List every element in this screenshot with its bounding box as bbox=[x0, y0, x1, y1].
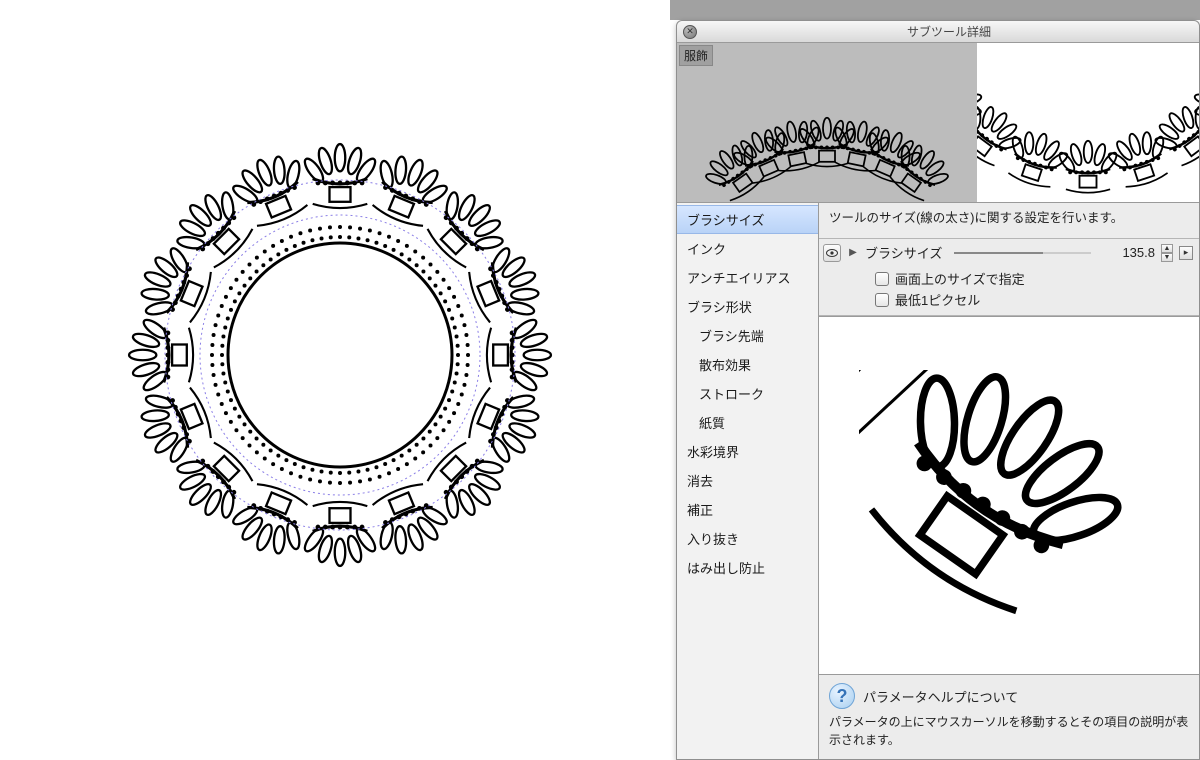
top-grey-strip bbox=[670, 0, 1200, 20]
category-item-12[interactable]: はみ出し防止 bbox=[677, 553, 818, 582]
screen-size-check-label: 画面上のサイズで指定 bbox=[895, 269, 1025, 288]
brush-size-label: ブラシサイズ bbox=[865, 243, 942, 262]
brush-size-param-block: ▶ ブラシサイズ 135.8 ▲▼ ▸ 画面上のサイズで指定 最低1ピクセル bbox=[819, 239, 1199, 316]
category-item-8[interactable]: 水彩境界 bbox=[677, 437, 818, 466]
category-item-5[interactable]: 散布効果 bbox=[677, 350, 818, 379]
lace-tip-closeup bbox=[859, 370, 1159, 620]
brush-category-tag: 服飾 bbox=[679, 45, 713, 66]
brush-size-stepper[interactable]: ▲▼ bbox=[1161, 244, 1173, 262]
min-1px-checkbox[interactable] bbox=[875, 293, 889, 307]
param-menu-icon[interactable]: ▸ bbox=[1179, 246, 1193, 260]
category-item-9[interactable]: 消去 bbox=[677, 466, 818, 495]
min-1px-check-label: 最低1ピクセル bbox=[895, 290, 980, 309]
category-item-11[interactable]: 入り抜き bbox=[677, 524, 818, 553]
brush-size-slider[interactable] bbox=[954, 248, 1091, 258]
category-item-4[interactable]: ブラシ先端 bbox=[677, 321, 818, 350]
close-icon[interactable]: ✕ bbox=[683, 25, 697, 39]
brush-tip-large-preview bbox=[819, 316, 1199, 674]
parameter-help-box: ? パラメータヘルプについて パラメータの上にマウスカーソルを移動するとその項目… bbox=[819, 674, 1199, 759]
lace-arc-thumb-1 bbox=[677, 43, 977, 203]
panel-title: サブツール詳細 bbox=[705, 23, 1193, 40]
canvas-area[interactable] bbox=[0, 0, 670, 760]
lace-ring-artwork bbox=[115, 130, 565, 580]
help-icon: ? bbox=[829, 683, 855, 709]
lace-arc-thumb-2 bbox=[977, 43, 1199, 203]
help-title: パラメータヘルプについて bbox=[863, 687, 1018, 706]
category-description: ツールのサイズ(線の太さ)に関する設定を行います。 bbox=[819, 203, 1199, 239]
category-item-1[interactable]: インク bbox=[677, 234, 818, 263]
brush-preview-selected[interactable]: 服飾 bbox=[677, 43, 977, 202]
brush-preview-2[interactable] bbox=[977, 43, 1199, 202]
subtool-detail-panel: ✕ サブツール詳細 服飾 ブラシサイズインクアンチエイリアスブラシ形状ブラシ先端… bbox=[676, 20, 1200, 760]
brush-preview-row: 服飾 bbox=[677, 43, 1199, 203]
category-item-3[interactable]: ブラシ形状 bbox=[677, 292, 818, 321]
help-body: パラメータの上にマウスカーソルを移動するとその項目の説明が表示されます。 bbox=[829, 713, 1189, 749]
screen-size-checkbox[interactable] bbox=[875, 272, 889, 286]
category-item-2[interactable]: アンチエイリアス bbox=[677, 263, 818, 292]
category-item-7[interactable]: 紙質 bbox=[677, 408, 818, 437]
visibility-toggle-icon[interactable] bbox=[823, 244, 841, 262]
category-item-10[interactable]: 補正 bbox=[677, 495, 818, 524]
brush-size-value: 135.8 bbox=[1103, 245, 1155, 260]
expand-icon[interactable]: ▶ bbox=[847, 244, 859, 262]
panel-titlebar[interactable]: ✕ サブツール詳細 bbox=[677, 21, 1199, 43]
category-item-0[interactable]: ブラシサイズ bbox=[677, 205, 818, 234]
category-list: ブラシサイズインクアンチエイリアスブラシ形状ブラシ先端散布効果ストローク紙質水彩… bbox=[677, 203, 819, 759]
category-item-6[interactable]: ストローク bbox=[677, 379, 818, 408]
